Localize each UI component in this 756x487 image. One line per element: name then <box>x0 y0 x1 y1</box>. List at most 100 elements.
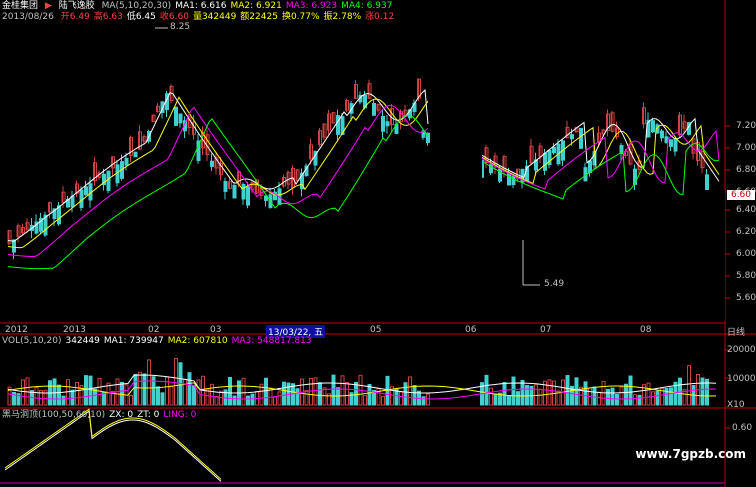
candle-body <box>552 146 556 154</box>
volume-bar <box>606 388 610 406</box>
volume-bar <box>403 382 408 406</box>
volume-bar <box>574 377 579 406</box>
legend-item: 黑马洞顶(100,50,60,10) <box>2 410 106 420</box>
volume-bar <box>129 394 133 406</box>
volume-bar <box>174 358 178 406</box>
volume-bar <box>426 393 430 406</box>
volume-bar <box>592 386 597 406</box>
candle-body <box>223 181 228 192</box>
candle-body <box>124 158 129 166</box>
volume-bar <box>651 391 655 406</box>
volume-bar <box>273 396 277 406</box>
volume-bar <box>637 394 642 406</box>
volume-bar <box>70 389 75 406</box>
price-header-row1: 金桂集团 ▶ 陆飞逸胶 MA(5,10,20,30) MA1: 6.616 MA2:… <box>2 1 400 12</box>
candle-body <box>336 115 340 135</box>
volume-bar <box>84 375 88 406</box>
volume-bar <box>322 387 327 406</box>
candle-body <box>12 239 16 253</box>
legend-item: ZX: 0 <box>109 410 134 420</box>
volume-bar <box>183 378 187 406</box>
candle-body <box>579 127 583 149</box>
volume-bar <box>421 396 426 406</box>
volume-bar <box>583 381 588 406</box>
candle-body <box>651 120 655 133</box>
candle-body <box>106 170 111 191</box>
volume-bar <box>367 383 372 406</box>
volume-bar <box>646 382 651 406</box>
candle-body <box>660 130 664 139</box>
volume-tick-200000: 200000 <box>727 345 756 355</box>
volume-bar <box>318 382 322 406</box>
candle-body <box>232 184 237 199</box>
price-header-row2: 2013/08/26 开6.49 高6.63 低6.45 收6.60 量342449 额2… <box>2 12 402 23</box>
candle-body <box>133 151 138 158</box>
candle-body <box>669 139 673 147</box>
price-tick: 6.20 <box>736 227 756 237</box>
volume-bar <box>520 379 525 406</box>
candle-body <box>385 121 390 127</box>
volume-bar <box>264 377 268 406</box>
candle-body <box>381 116 385 132</box>
date-label: 08 <box>640 325 652 335</box>
volume-bar <box>655 390 660 406</box>
volume-bar <box>160 392 165 406</box>
volume-bar <box>169 385 174 406</box>
legend-item: 低6.45 <box>126 12 156 22</box>
volume-bar <box>147 359 151 406</box>
volume-bar <box>547 379 552 406</box>
app-label: 金桂集团 <box>2 1 39 11</box>
volume-bar <box>345 381 349 406</box>
volume-bar <box>52 378 57 406</box>
date-label: 06 <box>465 325 477 335</box>
volume-bar <box>228 376 232 406</box>
volume-bar <box>354 382 358 406</box>
legend-item: MA1: 739947 <box>103 336 164 346</box>
indicator-tick: 0.60 <box>732 423 753 433</box>
volume-header: VOL(5,10,20) 342449 MA1: 739947 MA2: 607810… <box>2 336 316 347</box>
volume-bar <box>489 387 493 406</box>
candle-body <box>79 189 84 208</box>
volume-bar <box>61 395 66 406</box>
volume-bar <box>516 391 520 406</box>
date-label: 02 <box>148 325 160 335</box>
indicator-header: 黑马洞顶(100,50,60,10) ZX: 0 ZT: 0 LING: 0 <box>2 410 200 421</box>
volume-bar <box>633 394 637 406</box>
volume-bar <box>21 379 25 406</box>
legend-item: MA4: 6.937 <box>341 1 393 11</box>
price-tick: 5.60 <box>736 293 756 303</box>
volume-bar <box>669 387 673 406</box>
volume-bar <box>502 381 507 406</box>
date-label: 05 <box>370 325 382 335</box>
volume-bar <box>192 384 196 406</box>
volume-bar <box>88 375 93 406</box>
low-price-annotation: 5.49 <box>544 279 565 289</box>
volume-bar <box>538 388 543 406</box>
legend-item: 342449 <box>65 336 100 346</box>
legend-item: MA3: 548817.813 <box>231 336 312 346</box>
quote-date: 2013/08/26 <box>2 12 54 22</box>
price-tick: 5.80 <box>736 271 756 281</box>
volume-bar <box>399 391 403 406</box>
candle-body <box>70 195 75 208</box>
volume-bar <box>412 385 417 406</box>
volume-bar <box>511 376 516 406</box>
legend-item: 换0.77% <box>281 12 320 22</box>
volume-bar <box>133 373 138 406</box>
volume-bar <box>34 387 39 406</box>
volume-bar <box>565 375 570 406</box>
volume-bar <box>43 389 48 406</box>
volume-bar <box>615 394 619 406</box>
period-label[interactable]: 日线 <box>727 325 745 338</box>
price-tick: 6.40 <box>736 205 756 215</box>
candle-body <box>246 186 250 206</box>
volume-bar <box>619 386 624 406</box>
volume-bar <box>331 374 336 406</box>
legend-item: MA(5,10,20,30) <box>101 1 172 11</box>
legend-item: MA2: 6.921 <box>230 1 282 11</box>
volume-bar <box>57 384 61 406</box>
volume-bar <box>381 395 385 406</box>
candle-body <box>84 186 88 196</box>
volume-bar <box>304 389 309 406</box>
candle-body <box>570 134 574 140</box>
